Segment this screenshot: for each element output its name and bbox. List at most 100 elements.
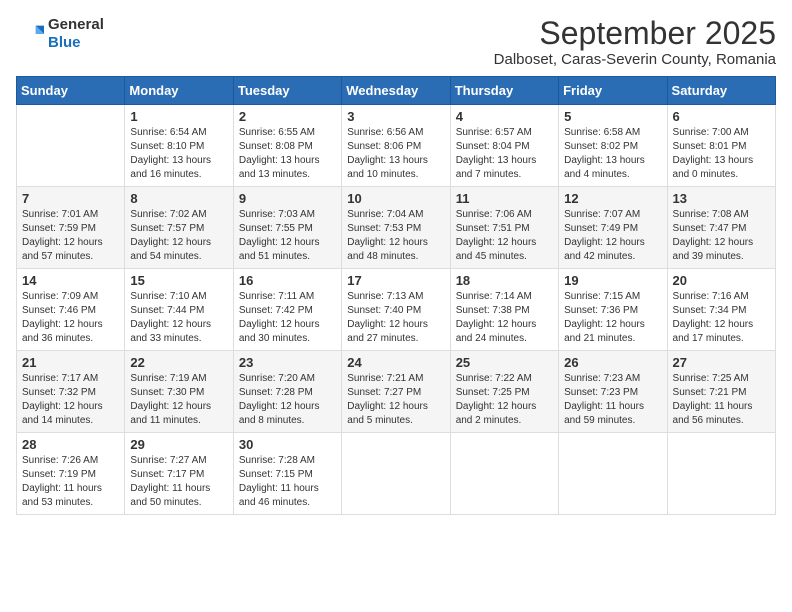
day-info: Sunrise: 7:26 AMSunset: 7:19 PMDaylight:… <box>22 454 119 510</box>
day-info: Sunrise: 7:01 AMSunset: 7:59 PMDaylight:… <box>22 208 119 264</box>
day-info: Sunrise: 7:23 AMSunset: 7:23 PMDaylight:… <box>564 372 661 428</box>
day-info: Sunrise: 7:00 AMSunset: 8:01 PMDaylight:… <box>673 126 770 182</box>
day-number: 13 <box>673 191 770 206</box>
day-number: 25 <box>456 355 553 370</box>
day-info: Sunrise: 7:10 AMSunset: 7:44 PMDaylight:… <box>130 290 227 346</box>
calendar-cell: 12 Sunrise: 7:07 AMSunset: 7:49 PMDayligh… <box>559 187 667 269</box>
day-number: 3 <box>347 109 444 124</box>
day-info: Sunrise: 7:20 AMSunset: 7:28 PMDaylight:… <box>239 372 336 428</box>
day-info: Sunrise: 6:58 AMSunset: 8:02 PMDaylight:… <box>564 126 661 182</box>
day-info: Sunrise: 7:15 AMSunset: 7:36 PMDaylight:… <box>564 290 661 346</box>
calendar-cell: 7 Sunrise: 7:01 AMSunset: 7:59 PMDaylight… <box>17 187 125 269</box>
calendar-cell: 2Sunrise: 6:55 AMSunset: 8:08 PMDaylight… <box>233 105 341 187</box>
calendar-cell: 1Sunrise: 6:54 AMSunset: 8:10 PMDaylight… <box>125 105 233 187</box>
logo-text: General Blue <box>48 16 104 52</box>
calendar-cell <box>342 433 450 515</box>
calendar-cell: 23 Sunrise: 7:20 AMSunset: 7:28 PMDayligh… <box>233 351 341 433</box>
calendar-cell: 16Sunrise: 7:11 AMSunset: 7:42 PMDayligh… <box>233 269 341 351</box>
day-number: 17 <box>347 273 444 288</box>
location-title: Dalboset, Caras-Severin County, Romania <box>494 51 776 68</box>
day-info: Sunrise: 7:09 AMSunset: 7:46 PMDaylight:… <box>22 290 119 346</box>
weekday-header: Monday <box>125 77 233 105</box>
calendar-cell: 13Sunrise: 7:08 AMSunset: 7:47 PMDayligh… <box>667 187 775 269</box>
calendar-cell: 20 Sunrise: 7:16 AMSunset: 7:34 PMDayligh… <box>667 269 775 351</box>
day-info: Sunrise: 7:16 AMSunset: 7:34 PMDaylight:… <box>673 290 770 346</box>
day-number: 26 <box>564 355 661 370</box>
weekday-header: Tuesday <box>233 77 341 105</box>
day-number: 12 <box>564 191 661 206</box>
day-info: Sunrise: 7:07 AMSunset: 7:49 PMDaylight:… <box>564 208 661 264</box>
day-info: Sunrise: 7:14 AMSunset: 7:38 PMDaylight:… <box>456 290 553 346</box>
calendar-cell <box>450 433 558 515</box>
day-info: Sunrise: 7:28 AMSunset: 7:15 PMDaylight:… <box>239 454 336 510</box>
day-info: Sunrise: 7:25 AMSunset: 7:21 PMDaylight:… <box>673 372 770 428</box>
calendar-cell: 18 Sunrise: 7:14 AMSunset: 7:38 PMDayligh… <box>450 269 558 351</box>
day-info: Sunrise: 7:04 AMSunset: 7:53 PMDaylight:… <box>347 208 444 264</box>
day-info: Sunrise: 6:55 AMSunset: 8:08 PMDaylight:… <box>239 126 336 182</box>
day-info: Sunrise: 7:03 AMSunset: 7:55 PMDaylight:… <box>239 208 336 264</box>
day-number: 18 <box>456 273 553 288</box>
day-number: 1 <box>130 109 227 124</box>
calendar-cell: 29 Sunrise: 7:27 AMSunset: 7:17 PMDayligh… <box>125 433 233 515</box>
day-number: 6 <box>673 109 770 124</box>
weekday-header: Saturday <box>667 77 775 105</box>
calendar-cell: 15 Sunrise: 7:10 AMSunset: 7:44 PMDayligh… <box>125 269 233 351</box>
calendar-cell <box>667 433 775 515</box>
weekday-header: Friday <box>559 77 667 105</box>
logo-icon <box>16 20 44 48</box>
day-info: Sunrise: 6:57 AMSunset: 8:04 PMDaylight:… <box>456 126 553 182</box>
weekday-header: Sunday <box>17 77 125 105</box>
day-info: Sunrise: 7:19 AMSunset: 7:30 PMDaylight:… <box>130 372 227 428</box>
day-info: Sunrise: 7:22 AMSunset: 7:25 PMDaylight:… <box>456 372 553 428</box>
calendar-cell: 5 Sunrise: 6:58 AMSunset: 8:02 PMDaylight… <box>559 105 667 187</box>
day-number: 23 <box>239 355 336 370</box>
calendar-cell: 19 Sunrise: 7:15 AMSunset: 7:36 PMDayligh… <box>559 269 667 351</box>
day-info: Sunrise: 7:17 AMSunset: 7:32 PMDaylight:… <box>22 372 119 428</box>
day-number: 21 <box>22 355 119 370</box>
calendar-cell: 25 Sunrise: 7:22 AMSunset: 7:25 PMDayligh… <box>450 351 558 433</box>
day-number: 8 <box>130 191 227 206</box>
calendar-week-row: 1Sunrise: 6:54 AMSunset: 8:10 PMDaylight… <box>17 105 776 187</box>
calendar-cell: 4 Sunrise: 6:57 AMSunset: 8:04 PMDaylight… <box>450 105 558 187</box>
day-info: Sunrise: 6:56 AMSunset: 8:06 PMDaylight:… <box>347 126 444 182</box>
calendar-cell <box>559 433 667 515</box>
day-number: 27 <box>673 355 770 370</box>
calendar-cell: 11Sunrise: 7:06 AMSunset: 7:51 PMDayligh… <box>450 187 558 269</box>
day-number: 5 <box>564 109 661 124</box>
day-info: Sunrise: 7:13 AMSunset: 7:40 PMDaylight:… <box>347 290 444 346</box>
day-number: 30 <box>239 437 336 452</box>
logo-general: General <box>48 16 104 33</box>
weekday-header: Wednesday <box>342 77 450 105</box>
calendar-cell: 27 Sunrise: 7:25 AMSunset: 7:21 PMDayligh… <box>667 351 775 433</box>
calendar-week-row: 21 Sunrise: 7:17 AMSunset: 7:32 PMDayligh… <box>17 351 776 433</box>
day-number: 28 <box>22 437 119 452</box>
day-number: 29 <box>130 437 227 452</box>
day-info: Sunrise: 7:06 AMSunset: 7:51 PMDaylight:… <box>456 208 553 264</box>
logo-blue: Blue <box>48 34 81 51</box>
calendar: SundayMondayTuesdayWednesdayThursdayFrid… <box>16 76 776 515</box>
calendar-cell: 6 Sunrise: 7:00 AMSunset: 8:01 PMDaylight… <box>667 105 775 187</box>
day-info: Sunrise: 7:27 AMSunset: 7:17 PMDaylight:… <box>130 454 227 510</box>
calendar-cell: 14Sunrise: 7:09 AMSunset: 7:46 PMDayligh… <box>17 269 125 351</box>
day-number: 4 <box>456 109 553 124</box>
day-number: 22 <box>130 355 227 370</box>
calendar-cell: 8 Sunrise: 7:02 AMSunset: 7:57 PMDaylight… <box>125 187 233 269</box>
day-number: 19 <box>564 273 661 288</box>
calendar-week-row: 7 Sunrise: 7:01 AMSunset: 7:59 PMDaylight… <box>17 187 776 269</box>
weekday-header: Thursday <box>450 77 558 105</box>
day-info: Sunrise: 7:11 AMSunset: 7:42 PMDaylight:… <box>239 290 336 346</box>
calendar-cell: 30 Sunrise: 7:28 AMSunset: 7:15 PMDayligh… <box>233 433 341 515</box>
day-number: 7 <box>22 191 119 206</box>
day-number: 24 <box>347 355 444 370</box>
day-number: 15 <box>130 273 227 288</box>
title-area: September 2025 Dalboset, Caras-Severin C… <box>494 16 776 68</box>
day-number: 10 <box>347 191 444 206</box>
calendar-cell: 21 Sunrise: 7:17 AMSunset: 7:32 PMDayligh… <box>17 351 125 433</box>
day-info: Sunrise: 7:02 AMSunset: 7:57 PMDaylight:… <box>130 208 227 264</box>
calendar-week-row: 14Sunrise: 7:09 AMSunset: 7:46 PMDayligh… <box>17 269 776 351</box>
day-number: 9 <box>239 191 336 206</box>
calendar-cell: 22 Sunrise: 7:19 AMSunset: 7:30 PMDayligh… <box>125 351 233 433</box>
calendar-cell: 9 Sunrise: 7:03 AMSunset: 7:55 PMDaylight… <box>233 187 341 269</box>
calendar-week-row: 28 Sunrise: 7:26 AMSunset: 7:19 PMDayligh… <box>17 433 776 515</box>
day-number: 20 <box>673 273 770 288</box>
